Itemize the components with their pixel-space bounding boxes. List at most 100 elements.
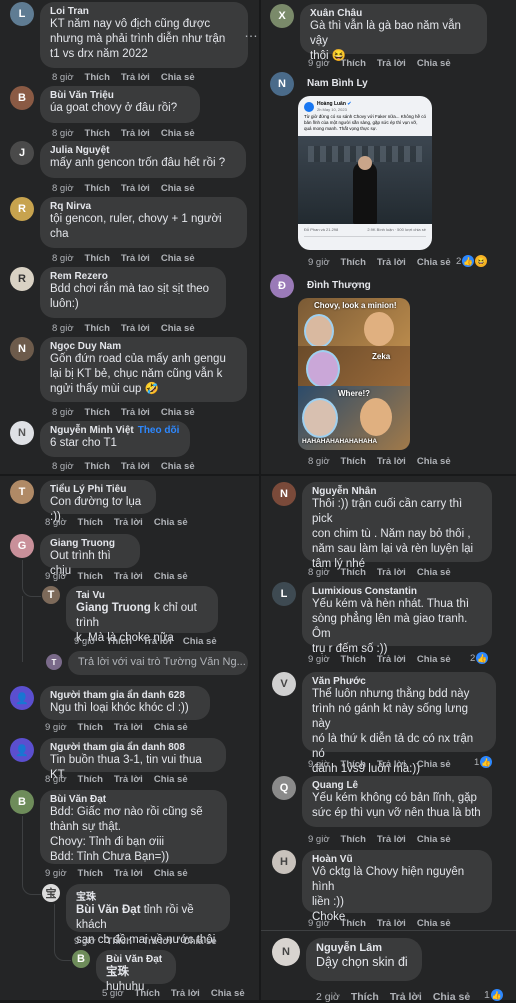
share-button[interactable]: Chia sẻ: [161, 183, 195, 194]
comment-author[interactable]: Nguyễn Lâm: [316, 942, 412, 954]
reply-button[interactable]: Trả lời: [171, 988, 200, 999]
avatar[interactable]: B: [10, 86, 34, 110]
like-button[interactable]: Thích: [85, 72, 110, 83]
like-button[interactable]: Thích: [135, 988, 160, 999]
comment-author[interactable]: Bùi Văn Đạt: [50, 794, 217, 805]
avatar[interactable]: L: [10, 2, 34, 26]
share-button[interactable]: Chia sẻ: [161, 128, 195, 139]
comment-author[interactable]: Nguyễn Nhân: [312, 486, 482, 497]
like-button[interactable]: Thích: [85, 183, 110, 194]
share-button[interactable]: Chia sẻ: [154, 774, 188, 785]
like-button[interactable]: Thích: [85, 407, 110, 418]
comment-author[interactable]: Hoàn Vũ: [312, 854, 482, 865]
avatar[interactable]: R: [10, 267, 34, 291]
comment-author[interactable]: Người tham gia ẩn danh 628: [50, 690, 200, 701]
avatar[interactable]: N: [272, 938, 300, 966]
avatar[interactable]: N: [270, 72, 294, 96]
avatar[interactable]: B: [10, 790, 34, 814]
avatar[interactable]: G: [10, 534, 34, 558]
like-button[interactable]: Thích: [78, 868, 103, 879]
share-button[interactable]: Chia sẻ: [417, 834, 451, 845]
post-screenshot-image[interactable]: Hoàng Luân ✔ 2h May 10, 2023 Từ giờ đừng…: [298, 96, 432, 250]
reaction-summary[interactable]: 2 👍: [470, 652, 489, 664]
share-button[interactable]: Chia sẻ: [417, 918, 451, 929]
avatar[interactable]: R: [10, 197, 34, 221]
share-button[interactable]: Chia sẻ: [161, 253, 195, 264]
reaction-summary[interactable]: 1 👍: [484, 989, 503, 1001]
comment-author[interactable]: Giang Truong: [50, 538, 130, 549]
reply-button[interactable]: Trả lời: [377, 456, 406, 467]
share-button[interactable]: Chia sẻ: [211, 988, 245, 999]
follow-button[interactable]: Theo dõi: [138, 425, 180, 436]
like-button[interactable]: Thích: [341, 759, 366, 770]
reply-button[interactable]: Trả lời: [121, 323, 150, 334]
like-button[interactable]: Thích: [85, 461, 110, 472]
share-button[interactable]: Chia sẻ: [417, 257, 451, 268]
comment-author[interactable]: Julia Nguyệt: [50, 145, 236, 156]
like-button[interactable]: Thích: [78, 722, 103, 733]
share-button[interactable]: Chia sẻ: [161, 72, 195, 83]
comment-author[interactable]: Rq Nirva: [50, 201, 237, 212]
share-button[interactable]: Chia sẻ: [154, 517, 188, 528]
reply-button[interactable]: Trả lời: [121, 253, 150, 264]
like-button[interactable]: Thích: [341, 654, 366, 665]
avatar[interactable]: Q: [272, 776, 296, 800]
avatar[interactable]: Đ: [270, 274, 294, 298]
share-button[interactable]: Chia sẻ: [417, 58, 451, 69]
comment-author[interactable]: Nam Bình Ly: [307, 78, 368, 89]
reply-input[interactable]: Trả lời với vai trò Tường Văn Ng...: [68, 651, 248, 675]
like-button[interactable]: Thích: [78, 571, 103, 582]
reply-button[interactable]: Trả lời: [377, 834, 406, 845]
comment-author[interactable]: Văn Phước: [312, 676, 486, 687]
like-button[interactable]: Thích: [341, 456, 366, 467]
avatar[interactable]: V: [272, 672, 296, 696]
share-button[interactable]: Chia sẻ: [417, 456, 451, 467]
share-button[interactable]: Chia sẻ: [417, 654, 451, 665]
comment-author[interactable]: Đình Thượng: [307, 280, 371, 291]
reply-button[interactable]: Trả lời: [114, 571, 143, 582]
reaction-summary[interactable]: 1 👍: [474, 756, 493, 768]
comment-author[interactable]: Xuân Châu: [310, 8, 477, 19]
share-button[interactable]: Chia sẻ: [161, 407, 195, 418]
reply-button[interactable]: Trả lời: [377, 759, 406, 770]
share-button[interactable]: Chia sẻ: [417, 759, 451, 770]
like-button[interactable]: Thích: [78, 774, 103, 785]
comment-author[interactable]: Nguyễn Minh Việt: [50, 425, 134, 436]
comment-author[interactable]: Bùi Văn Đạt: [106, 954, 166, 965]
like-button[interactable]: Thích: [85, 128, 110, 139]
share-button[interactable]: Chia sẻ: [161, 461, 195, 472]
reply-button[interactable]: Trả lời: [114, 722, 143, 733]
share-button[interactable]: Chia sẻ: [154, 571, 188, 582]
avatar[interactable]: T: [42, 586, 60, 604]
reply-button[interactable]: Trả lời: [377, 567, 406, 578]
reply-button[interactable]: Trả lời: [114, 868, 143, 879]
comment-author[interactable]: 宝珠: [76, 888, 220, 903]
comment-author[interactable]: Tiểu Lý Phi Tiêu: [50, 484, 146, 495]
share-button[interactable]: Chia sẻ: [183, 636, 217, 647]
like-button[interactable]: Thích: [351, 991, 379, 1003]
share-button[interactable]: Chia sẻ: [417, 567, 451, 578]
avatar[interactable]: N: [272, 482, 296, 506]
avatar[interactable]: T: [10, 480, 34, 504]
comment-author[interactable]: Bùi Văn Triệu: [50, 90, 190, 101]
comment-author[interactable]: Loi Tran: [50, 6, 238, 17]
share-button[interactable]: Chia sẻ: [154, 868, 188, 879]
comment-author[interactable]: Rem Rezero: [50, 271, 216, 282]
share-button[interactable]: Chia sẻ: [161, 323, 195, 334]
like-button[interactable]: Thích: [341, 257, 366, 268]
share-button[interactable]: Chia sẻ: [154, 722, 188, 733]
reply-button[interactable]: Trả lời: [121, 461, 150, 472]
comment-author[interactable]: Người tham gia ẩn danh 808: [50, 742, 216, 753]
avatar[interactable]: N: [10, 337, 34, 361]
reply-button[interactable]: Trả lời: [390, 991, 422, 1003]
reply-button[interactable]: Trả lời: [114, 517, 143, 528]
mention-link[interactable]: Bùi Văn Đạt: [76, 904, 141, 916]
avatar[interactable]: L: [272, 582, 296, 606]
more-options-icon[interactable]: …: [244, 24, 258, 40]
reply-button[interactable]: Trả lời: [114, 774, 143, 785]
share-button[interactable]: Chia sẻ: [183, 936, 217, 947]
reply-button[interactable]: Trả lời: [377, 918, 406, 929]
like-button[interactable]: Thích: [85, 323, 110, 334]
like-button[interactable]: Thích: [85, 253, 110, 264]
like-button[interactable]: Thích: [107, 936, 132, 947]
